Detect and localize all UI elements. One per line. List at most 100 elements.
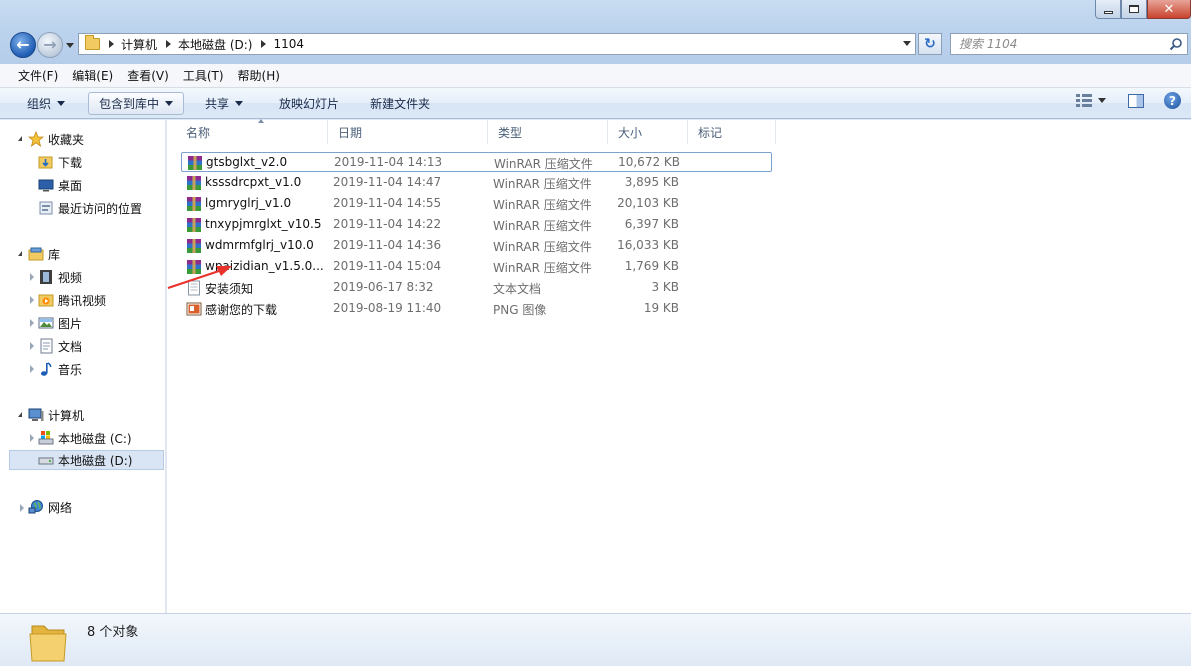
breadcrumb-chevron-icon[interactable] bbox=[261, 40, 267, 48]
file-date: 2019-11-04 14:13 bbox=[334, 155, 443, 169]
search-input[interactable] bbox=[959, 37, 1159, 51]
nav-documents[interactable]: 文档 bbox=[38, 336, 82, 356]
expand-arrow-icon[interactable] bbox=[30, 342, 34, 350]
expand-arrow-icon[interactable] bbox=[30, 273, 34, 281]
back-button[interactable]: ← bbox=[10, 32, 36, 58]
nav-desktop[interactable]: 桌面 bbox=[38, 175, 82, 195]
breadcrumb-folder[interactable]: 1104 bbox=[273, 37, 304, 51]
share-button[interactable]: 共享 bbox=[194, 92, 254, 115]
expand-arrow-icon[interactable] bbox=[20, 504, 24, 512]
collapse-arrow-icon[interactable] bbox=[18, 412, 22, 417]
table-row[interactable]: lgmryglrj_v1.0 2019-11-04 14:55 WinRAR 压… bbox=[181, 194, 772, 214]
column-header-name[interactable]: 名称 bbox=[176, 119, 328, 144]
minimize-button[interactable] bbox=[1095, 0, 1121, 19]
expand-arrow-icon[interactable] bbox=[30, 365, 34, 373]
file-date: 2019-11-04 14:22 bbox=[333, 217, 442, 231]
expand-arrow-icon[interactable] bbox=[30, 319, 34, 327]
collapse-arrow-icon[interactable] bbox=[18, 136, 22, 141]
nav-videos-label: 视频 bbox=[58, 270, 83, 285]
recent-places-icon bbox=[39, 201, 53, 215]
table-row[interactable]: 感谢您的下载 2019-08-19 11:40 PNG 图像 19 KB bbox=[181, 299, 772, 319]
column-date-label: 日期 bbox=[338, 125, 363, 140]
include-in-library-label: 包含到库中 bbox=[99, 96, 160, 111]
winrar-icon bbox=[187, 197, 201, 211]
library-icon bbox=[28, 247, 44, 261]
maximize-button[interactable] bbox=[1121, 0, 1147, 19]
new-folder-button[interactable]: 新建文件夹 bbox=[359, 92, 441, 115]
nav-drive-c[interactable]: 本地磁盘 (C:) bbox=[38, 428, 132, 448]
title-bar: ✕ ← → 计算机 本地磁盘 (D:) 1104 ↻ bbox=[0, 0, 1191, 64]
search-icon[interactable] bbox=[1169, 37, 1183, 51]
folder-icon bbox=[29, 625, 67, 662]
breadcrumb-computer[interactable]: 计算机 bbox=[121, 36, 157, 53]
winrar-icon bbox=[187, 218, 201, 232]
collapse-arrow-icon[interactable] bbox=[18, 251, 22, 256]
table-row[interactable]: gtsbglxt_v2.0 2019-11-04 14:13 WinRAR 压缩… bbox=[181, 152, 772, 172]
star-icon bbox=[28, 131, 44, 147]
expand-arrow-icon[interactable] bbox=[30, 296, 34, 304]
nav-tencent-video-label: 腾讯视频 bbox=[58, 293, 107, 308]
preview-pane-icon[interactable] bbox=[1128, 93, 1144, 108]
expand-arrow-icon[interactable] bbox=[30, 434, 34, 442]
nav-desktop-label: 桌面 bbox=[58, 178, 83, 193]
refresh-button[interactable]: ↻ bbox=[918, 33, 942, 55]
forward-button[interactable]: → bbox=[37, 32, 63, 58]
nav-favorites[interactable]: 收藏夹 bbox=[28, 129, 84, 149]
file-date: 2019-08-19 11:40 bbox=[333, 301, 442, 315]
table-row[interactable]: ksssdrcpxt_v1.0 2019-11-04 14:47 WinRAR … bbox=[181, 173, 772, 193]
file-date: 2019-11-04 14:36 bbox=[333, 238, 442, 252]
table-row[interactable]: wdmrmfglrj_v10.0 2019-11-04 14:36 WinRAR… bbox=[181, 236, 772, 256]
menu-view[interactable]: 查看(V) bbox=[121, 64, 175, 87]
help-icon[interactable]: ? bbox=[1164, 92, 1181, 109]
forward-arrow-icon: → bbox=[43, 35, 57, 54]
menu-tools[interactable]: 工具(T) bbox=[177, 64, 230, 87]
video-library-icon bbox=[40, 270, 52, 284]
column-header-date[interactable]: 日期 bbox=[328, 120, 488, 144]
folder-icon bbox=[85, 35, 100, 50]
nav-tencent-video[interactable]: 腾讯视频 bbox=[38, 290, 106, 310]
slideshow-button[interactable]: 放映幻灯片 bbox=[268, 92, 350, 115]
column-header-type[interactable]: 类型 bbox=[488, 120, 608, 144]
pictures-library-icon bbox=[38, 317, 54, 329]
desktop-icon bbox=[38, 179, 54, 192]
breadcrumb-chevron-icon[interactable] bbox=[166, 40, 172, 48]
close-button[interactable]: ✕ bbox=[1147, 0, 1191, 19]
nav-drive-d[interactable]: 本地磁盘 (D:) bbox=[9, 450, 164, 470]
chevron-down-icon bbox=[165, 100, 174, 106]
nav-downloads[interactable]: 下载 bbox=[38, 152, 82, 172]
nav-music[interactable]: 音乐 bbox=[38, 359, 82, 379]
nav-libraries[interactable]: 库 bbox=[28, 244, 60, 264]
breadcrumb-drive-d[interactable]: 本地磁盘 (D:) bbox=[178, 36, 252, 53]
organize-button[interactable]: 组织 bbox=[16, 92, 76, 115]
menu-help[interactable]: 帮助(H) bbox=[232, 64, 286, 87]
view-options-dropdown[interactable] bbox=[1098, 98, 1106, 103]
include-in-library-button[interactable]: 包含到库中 bbox=[88, 91, 185, 115]
computer-icon bbox=[28, 408, 44, 421]
nav-recent-places[interactable]: 最近访问的位置 bbox=[38, 198, 142, 218]
menu-edit[interactable]: 编辑(E) bbox=[66, 64, 119, 87]
nav-pictures[interactable]: 图片 bbox=[38, 313, 82, 333]
maximize-icon bbox=[1129, 5, 1139, 13]
file-date: 2019-11-04 15:04 bbox=[333, 259, 442, 273]
address-bar[interactable]: 计算机 本地磁盘 (D:) 1104 bbox=[78, 33, 916, 55]
table-row[interactable]: 安装须知 2019-06-17 8:32 文本文档 3 KB bbox=[181, 278, 772, 298]
winrar-icon bbox=[187, 239, 201, 253]
recent-pages-dropdown[interactable] bbox=[65, 41, 74, 50]
system-drive-icon bbox=[38, 431, 54, 445]
column-header-size[interactable]: 大小 bbox=[608, 120, 688, 144]
nav-network[interactable]: 网络 bbox=[28, 497, 72, 517]
table-row[interactable]: wpaizidian_v1.5.0.... 2019-11-04 15:04 W… bbox=[181, 257, 772, 277]
nav-computer[interactable]: 计算机 bbox=[28, 405, 84, 425]
tencent-video-icon bbox=[38, 294, 54, 307]
sort-ascending-icon bbox=[258, 119, 264, 123]
nav-videos[interactable]: 视频 bbox=[38, 267, 82, 287]
table-row[interactable]: tnxypjmrglxt_v10.5 2019-11-04 14:22 WinR… bbox=[181, 215, 772, 235]
column-header-tags[interactable]: 标记 bbox=[688, 120, 776, 144]
file-size: 1,769 KB bbox=[624, 259, 679, 273]
search-box[interactable] bbox=[950, 33, 1188, 55]
menu-file[interactable]: 文件(F) bbox=[12, 64, 64, 87]
chevron-down-icon bbox=[57, 100, 66, 106]
breadcrumb-chevron-icon[interactable] bbox=[109, 40, 114, 48]
change-view-icon[interactable] bbox=[1076, 93, 1092, 108]
address-history-dropdown[interactable] bbox=[903, 41, 911, 50]
